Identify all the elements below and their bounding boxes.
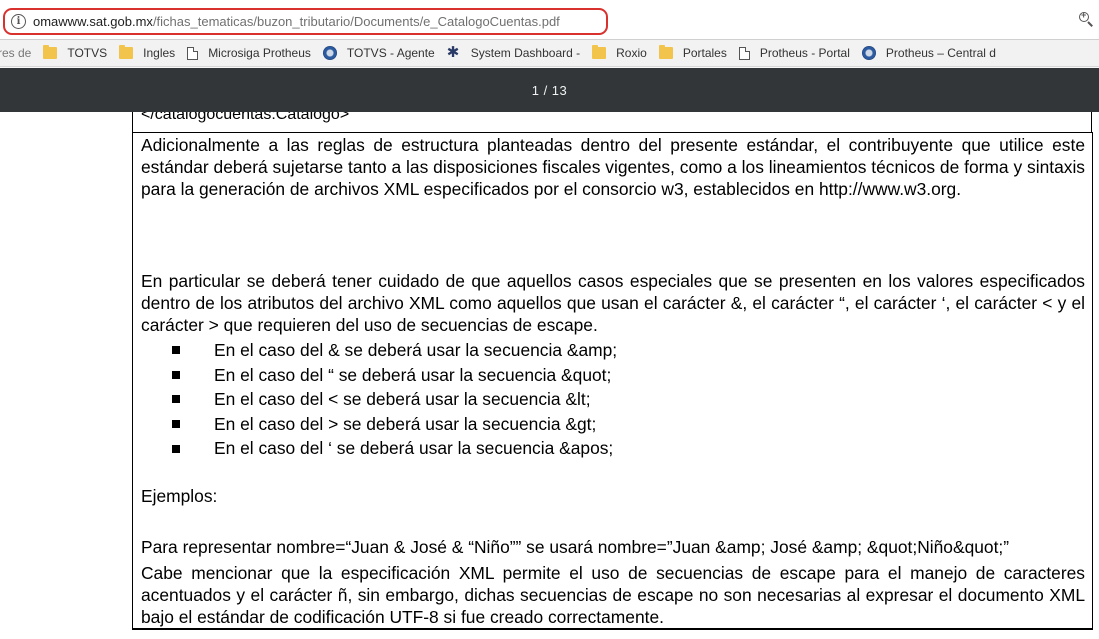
bookmark-label: Protheus - Portal (759, 46, 850, 60)
bookmark-roxio[interactable]: Roxio (592, 40, 647, 66)
folder-icon (119, 45, 134, 59)
bookmark-label: System Dashboard - (470, 46, 581, 60)
list-item-text: En el caso del & se deberá usar la secue… (214, 340, 618, 360)
top-code-line: </catalogocuentas:Catalogo> (141, 112, 350, 123)
pdf-page: </catalogocuentas:Catalogo> Adicionalmen… (0, 112, 1099, 639)
bookmark-totvs[interactable]: TOTVS (43, 40, 108, 66)
url-input[interactable]: i omawww.sat.gob.mx/fichas_tematicas/buz… (3, 8, 608, 35)
bookmark-label: Microsiga Protheus (208, 46, 311, 60)
address-bar: i omawww.sat.gob.mx/fichas_tematicas/buz… (0, 0, 1099, 40)
info-icon[interactable]: i (11, 14, 26, 29)
bookmark-protheus-central[interactable]: Protheus – Central d (861, 40, 996, 66)
list-item-text: En el caso del ‘ se deberá usar la secue… (214, 438, 614, 459)
paragraph-2: En particular se deberá tener cuidado de… (141, 271, 1085, 335)
bookmark-system-dashboard[interactable]: System Dashboard - (447, 40, 581, 66)
globe-icon (322, 46, 337, 60)
page-icon (187, 46, 199, 60)
list-item: En el caso del & se deberá usar la secue… (172, 338, 617, 363)
folder-icon (43, 45, 58, 59)
box-right-edge (1091, 112, 1092, 132)
url-host: omawww.sat.gob.mx (33, 14, 153, 29)
box-left-edge (132, 112, 133, 132)
list-item-text: En el caso del > se deberá usar la secue… (214, 413, 597, 434)
bullet-square-icon (172, 346, 180, 355)
paragraph-1: Adicionalmente a las reglas de estructur… (141, 135, 1085, 199)
bullet-square-icon (172, 444, 180, 453)
bookmark-label: Ingles (143, 46, 176, 60)
bullet-square-icon (172, 395, 180, 404)
zoom-icon[interactable] (1079, 10, 1093, 27)
folder-icon (592, 45, 607, 59)
example-line: Para representar nombre=“Juan & José & “… (141, 537, 1010, 557)
folder-icon (658, 45, 673, 59)
bookmark-label: TOTVS (67, 46, 108, 60)
bookmark-label: res de (0, 46, 32, 60)
gear-icon (447, 43, 461, 61)
url-path: /fichas_tematicas/buzon_tributario/Docum… (152, 14, 560, 29)
bookmark-label: Protheus – Central d (885, 46, 996, 60)
page-indicator[interactable]: 1 / 13 (532, 83, 568, 98)
list-item: En el caso del > se deberá usar la secue… (172, 412, 617, 437)
bookmark-ingles[interactable]: Ingles (119, 40, 176, 66)
list-item: En el caso del ‘ se deberá usar la secue… (172, 436, 617, 461)
bookmark-microsiga-protheus[interactable]: Microsiga Protheus (187, 40, 311, 66)
bookmark-label: Portales (682, 46, 727, 60)
bookmark-label: TOTVS - Agente (346, 46, 435, 60)
pdf-toolbar: 1 / 13 (0, 68, 1099, 112)
examples-heading: Ejemplos: (141, 486, 218, 506)
bookmark-res-de[interactable]: res de (0, 40, 32, 66)
bookmark-portales[interactable]: Portales (658, 40, 727, 66)
list-item-text: En el caso del “ se deberá usar la secue… (214, 364, 612, 385)
escape-sequence-list: En el caso del & se deberá usar la secue… (172, 338, 617, 461)
list-item-text: En el caso del < se deberá usar la secue… (214, 389, 591, 410)
page-icon (738, 46, 750, 60)
bookmark-totvs-agente[interactable]: TOTVS - Agente (322, 40, 435, 66)
paragraph-3: Cabe mencionar que la especificación XML… (141, 563, 1085, 627)
globe-icon (861, 46, 876, 60)
list-item: En el caso del < se deberá usar la secue… (172, 387, 617, 412)
list-item: En el caso del “ se deberá usar la secue… (172, 363, 617, 388)
bookmarks-bar: res de TOTVS Ingles Microsiga Protheus T… (0, 40, 1099, 67)
bullet-square-icon (172, 370, 180, 379)
bookmark-protheus-portal[interactable]: Protheus - Portal (738, 40, 850, 66)
bullet-square-icon (172, 420, 180, 429)
bookmark-label: Roxio (616, 46, 647, 60)
